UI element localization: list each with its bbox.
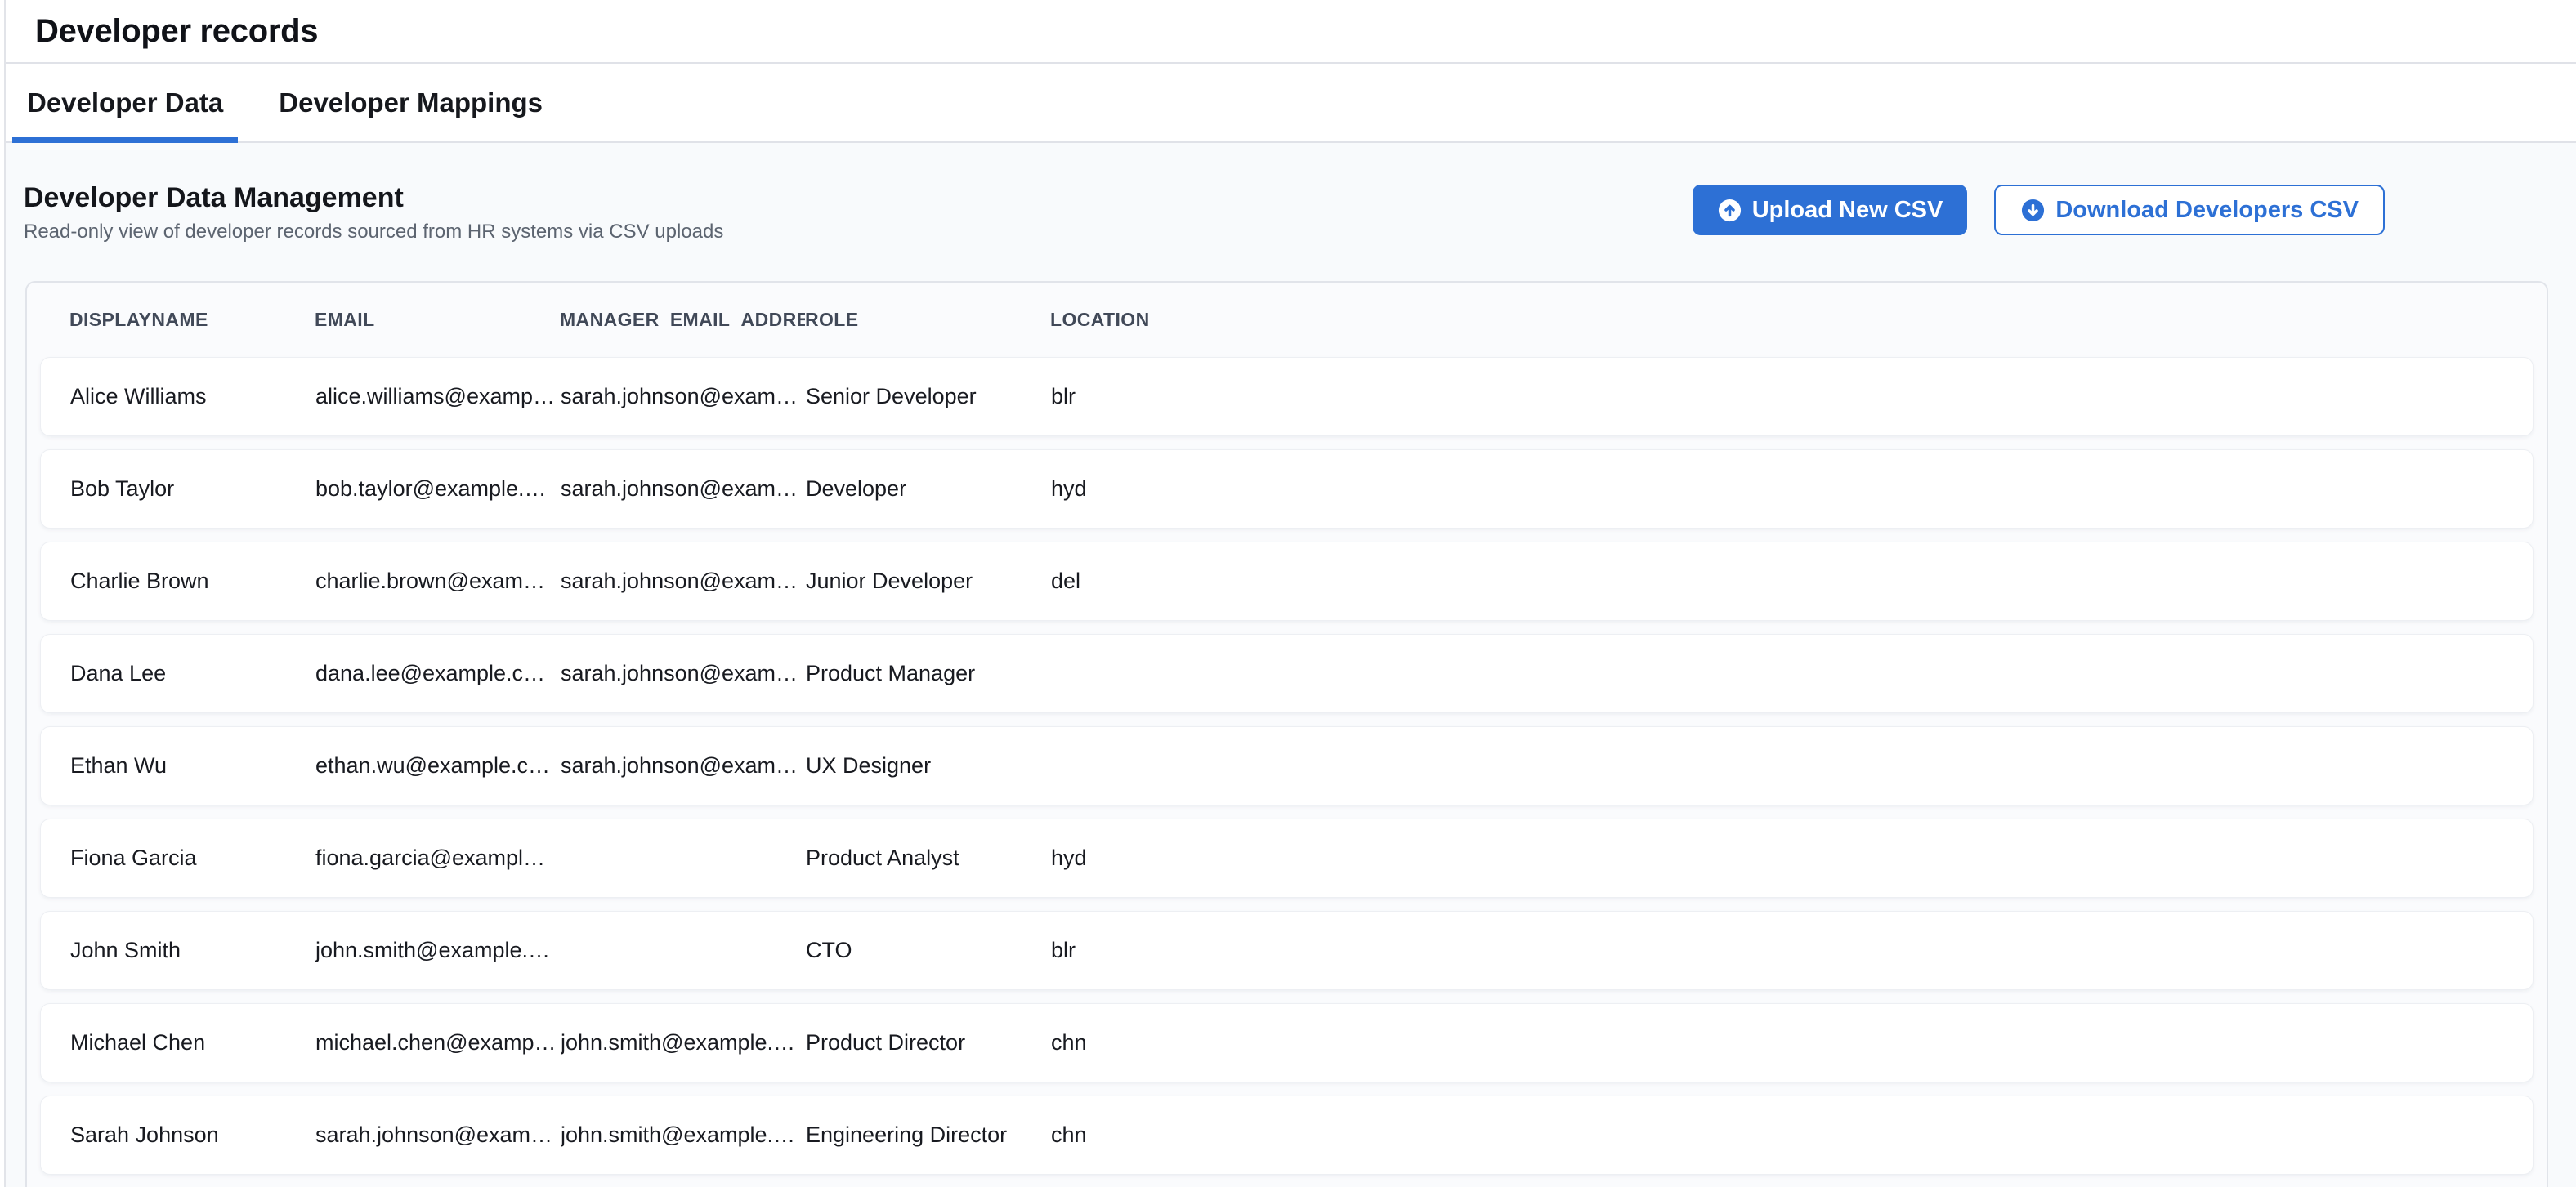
cell-displayname: Dana Lee — [70, 661, 315, 686]
cell-email: charlie.brown@exam… — [315, 569, 561, 594]
cell-displayname: Ethan Wu — [70, 753, 315, 779]
column-header-role[interactable]: ROLE — [805, 309, 1050, 331]
cell-role: Developer — [806, 476, 1051, 502]
cell-role: Junior Developer — [806, 569, 1051, 594]
cell-role: UX Designer — [806, 753, 1051, 779]
page-title: Developer records — [35, 13, 318, 50]
cell-location: chn — [1051, 1030, 2533, 1055]
section-description: Read-only view of developer records sour… — [24, 221, 723, 243]
cell-role: Product Analyst — [806, 846, 1051, 871]
content-area: Developer Data Management Read-only view… — [6, 143, 2576, 1187]
csv-button-group: Upload New CSV Download Developers CSV — [1693, 185, 2385, 235]
table-row: Dana Lee dana.lee@example.c… sarah.johns… — [40, 634, 2534, 713]
tab-developer-data-label: Developer Data — [27, 87, 223, 118]
app-root: Developer records Developer Data Develop… — [6, 0, 2576, 1187]
cell-location: chn — [1051, 1122, 2533, 1148]
cell-manager-email: sarah.johnson@exam… — [561, 661, 806, 686]
section-header-text: Developer Data Management Read-only view… — [24, 182, 723, 243]
table-row: Bob Taylor bob.taylor@example.… sarah.jo… — [40, 449, 2534, 529]
cell-manager-email: sarah.johnson@exam… — [561, 569, 806, 594]
cell-location: hyd — [1051, 476, 2533, 502]
upload-new-csv-button[interactable]: Upload New CSV — [1693, 185, 1968, 235]
cell-email: john.smith@example.… — [315, 938, 561, 963]
cell-manager-email: john.smith@example.… — [561, 1122, 806, 1148]
table-row: Fiona Garcia fiona.garcia@exampl… Produc… — [40, 819, 2534, 898]
sidebar-edge-divider — [4, 0, 6, 1187]
column-header-displayname[interactable]: DISPLAYNAME — [69, 309, 315, 331]
upload-new-csv-label: Upload New CSV — [1752, 197, 1943, 224]
table-row: Michael Chen michael.chen@examp… john.sm… — [40, 1003, 2534, 1082]
download-developers-csv-label: Download Developers CSV — [2055, 197, 2359, 224]
cell-email: michael.chen@examp… — [315, 1030, 561, 1055]
cell-displayname: Michael Chen — [70, 1030, 315, 1055]
section-header: Developer Data Management Read-only view… — [24, 182, 2385, 243]
table-row: Alice Williams alice.williams@examp… sar… — [40, 357, 2534, 436]
circle-arrow-up-icon — [1717, 198, 1742, 223]
cell-displayname: Sarah Johnson — [70, 1122, 315, 1148]
cell-displayname: Bob Taylor — [70, 476, 315, 502]
developer-data-table: DISPLAYNAME EMAIL MANAGER_EMAIL_ADDRE… R… — [25, 281, 2548, 1187]
cell-manager-email: sarah.johnson@exam… — [561, 384, 806, 409]
tab-developer-data[interactable]: Developer Data — [12, 64, 238, 141]
download-developers-csv-button[interactable]: Download Developers CSV — [1994, 185, 2385, 235]
cell-role: Product Director — [806, 1030, 1051, 1055]
cell-manager-email: sarah.johnson@exam… — [561, 476, 806, 502]
cell-displayname: Charlie Brown — [70, 569, 315, 594]
top-bar: Developer records — [6, 0, 2576, 64]
tab-developer-mappings-label: Developer Mappings — [279, 87, 543, 118]
cell-location: hyd — [1051, 846, 2533, 871]
cell-email: alice.williams@examp… — [315, 384, 561, 409]
cell-displayname: Alice Williams — [70, 384, 315, 409]
cell-email: sarah.johnson@exam… — [315, 1122, 561, 1148]
tab-developer-mappings[interactable]: Developer Mappings — [264, 64, 557, 141]
cell-role: Senior Developer — [806, 384, 1051, 409]
cell-email: ethan.wu@example.c… — [315, 753, 561, 779]
cell-location: blr — [1051, 384, 2533, 409]
cell-email: dana.lee@example.c… — [315, 661, 561, 686]
cell-location: blr — [1051, 938, 2533, 963]
cell-displayname: Fiona Garcia — [70, 846, 315, 871]
table-row: Charlie Brown charlie.brown@exam… sarah.… — [40, 542, 2534, 621]
cell-displayname: John Smith — [70, 938, 315, 963]
column-header-manager-email[interactable]: MANAGER_EMAIL_ADDRE… — [560, 309, 805, 331]
circle-arrow-down-icon — [2020, 198, 2046, 223]
cell-manager-email: sarah.johnson@exam… — [561, 753, 806, 779]
cell-role: Product Manager — [806, 661, 1051, 686]
cell-role: CTO — [806, 938, 1051, 963]
cell-email: bob.taylor@example.… — [315, 476, 561, 502]
table-header-row: DISPLAYNAME EMAIL MANAGER_EMAIL_ADDRE… R… — [40, 283, 2534, 357]
section-title: Developer Data Management — [24, 182, 723, 214]
table-row: Ethan Wu ethan.wu@example.c… sarah.johns… — [40, 726, 2534, 805]
table-row: Sarah Johnson sarah.johnson@exam… john.s… — [40, 1096, 2534, 1175]
column-header-location[interactable]: LOCATION — [1050, 309, 2534, 331]
tab-bar: Developer Data Developer Mappings — [6, 64, 2576, 143]
cell-role: Engineering Director — [806, 1122, 1051, 1148]
cell-email: fiona.garcia@exampl… — [315, 846, 561, 871]
column-header-email[interactable]: EMAIL — [315, 309, 560, 331]
cell-manager-email: john.smith@example.… — [561, 1030, 806, 1055]
cell-location: del — [1051, 569, 2533, 594]
table-row: John Smith john.smith@example.… CTO blr — [40, 911, 2534, 990]
